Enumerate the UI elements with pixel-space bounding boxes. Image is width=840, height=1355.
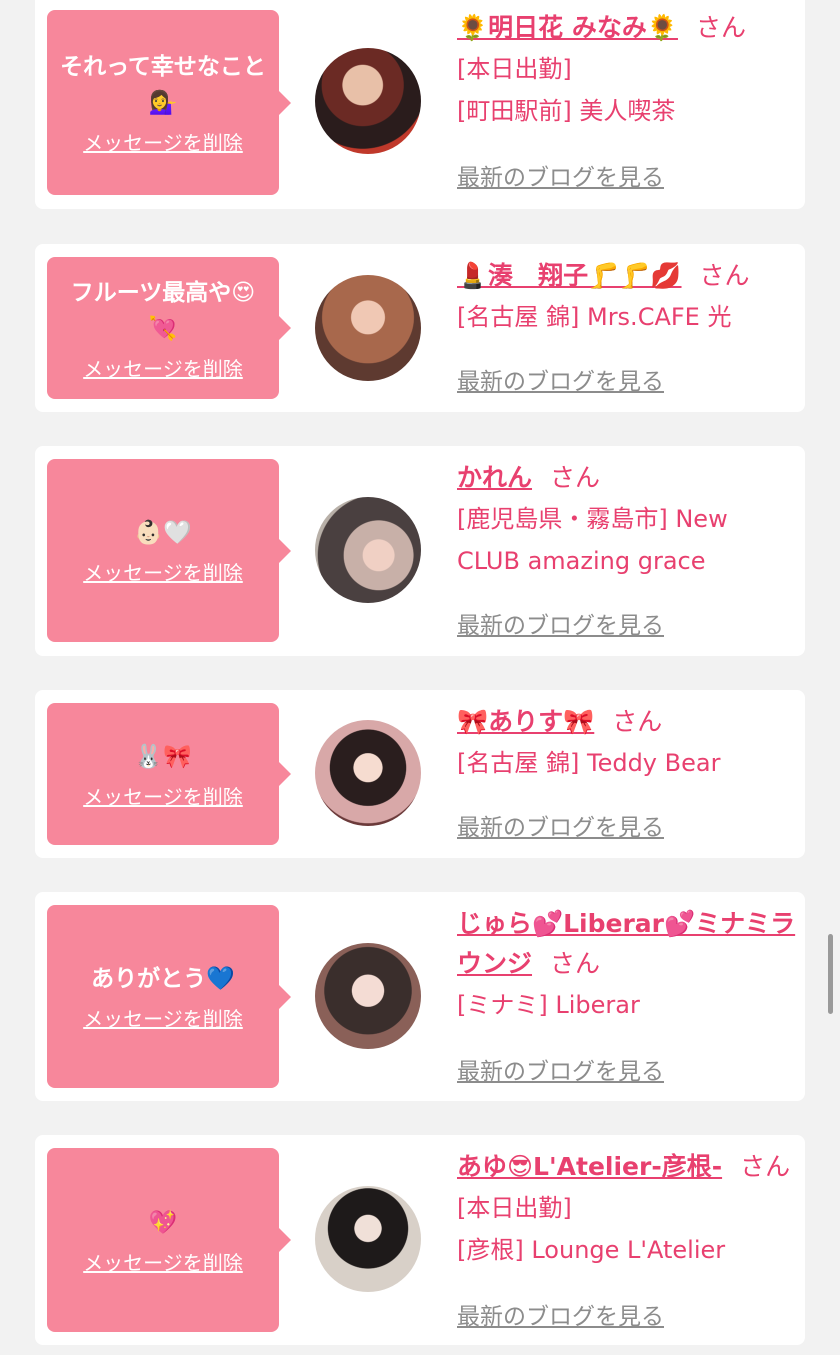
honorific: さん	[699, 261, 750, 290]
profile-name-link[interactable]: 🌻明日花 みなみ🌻	[457, 13, 678, 42]
message-bubble: フルーツ最高や😍💘 メッセージを削除	[47, 257, 291, 399]
avatar[interactable]	[315, 943, 421, 1049]
profile-info: あゆ😎L'Atelier-彦根- さん [本日出勤] [彦根] Lounge L'…	[457, 1147, 797, 1330]
favorite-card: それって幸せなこと💁‍♀️ メッセージを削除 🌻明日花 みなみ🌻 さん [本日出勤…	[35, 0, 805, 209]
honorific: さん	[612, 707, 663, 736]
honorific: さん	[695, 13, 746, 42]
favorite-card: 👶🏻🤍 メッセージを削除 かれん さん [鹿児島県・霧島市] New CLUB a…	[35, 446, 805, 656]
message-bubble: それって幸せなこと💁‍♀️ メッセージを削除	[47, 10, 291, 195]
avatar[interactable]	[315, 1186, 421, 1292]
info-line: [鹿児島県・霧島市] New	[457, 505, 728, 533]
profile-info: かれん さん [鹿児島県・霧島市] New CLUB amazing grace …	[457, 458, 797, 639]
honorific: さん	[550, 949, 601, 978]
profile-name-link[interactable]: じゅら💕Liberar💕ミナミラウンジ	[457, 909, 795, 978]
profile-name-link[interactable]: かれん	[457, 463, 532, 492]
latest-blog-link[interactable]: 最新のブログを見る	[457, 1052, 664, 1086]
message-text: それって幸せなこと💁‍♀️	[60, 54, 266, 116]
avatar[interactable]	[315, 275, 421, 381]
message-text: 💖	[148, 1209, 178, 1236]
favorite-card: ありがとう💙 メッセージを削除 じゅら💕Liberar💕ミナミラウンジ さん [ミ…	[35, 892, 805, 1101]
message-bubble: 🐰🎀 メッセージを削除	[47, 703, 291, 845]
honorific: さん	[550, 463, 601, 492]
delete-message-link[interactable]: メッセージを削除	[83, 557, 243, 586]
profile-info: 💄湊 翔子🦵🦵💋 さん [名古屋 錦] Mrs.CAFE 光 最新のブログを見る	[457, 256, 797, 395]
latest-blog-link[interactable]: 最新のブログを見る	[457, 606, 664, 640]
info-line: [彦根] Lounge L'Atelier	[457, 1236, 726, 1264]
message-text: ありがとう💙	[91, 966, 235, 992]
latest-blog-link[interactable]: 最新のブログを見る	[457, 1297, 664, 1331]
avatar[interactable]	[315, 720, 421, 826]
message-text: 👶🏻🤍	[134, 520, 192, 546]
avatar[interactable]	[315, 497, 421, 603]
latest-blog-link[interactable]: 最新のブログを見る	[457, 362, 664, 396]
delete-message-link[interactable]: メッセージを削除	[83, 781, 243, 810]
favorite-card: 🐰🎀 メッセージを削除 🎀ありす🎀 さん [名古屋 錦] Teddy Bear 最…	[35, 690, 805, 858]
delete-message-link[interactable]: メッセージを削除	[83, 1247, 243, 1276]
profile-info: 🎀ありす🎀 さん [名古屋 錦] Teddy Bear 最新のブログを見る	[457, 702, 797, 841]
message-text: フルーツ最高や😍💘	[70, 279, 256, 342]
latest-blog-link[interactable]: 最新のブログを見る	[457, 808, 664, 842]
info-line: [本日出勤]	[457, 55, 572, 83]
profile-name-link[interactable]: あゆ😎L'Atelier-彦根-	[457, 1152, 722, 1181]
scrollbar[interactable]	[828, 934, 833, 1014]
honorific: さん	[740, 1152, 791, 1181]
info-line: [町田駅前] 美人喫茶	[457, 97, 676, 125]
profile-info: じゅら💕Liberar💕ミナミラウンジ さん [ミナミ] Liberar 最新のブ…	[457, 904, 797, 1085]
profile-info: 🌻明日花 みなみ🌻 さん [本日出勤] [町田駅前] 美人喫茶 最新のブログを見る	[457, 8, 797, 191]
latest-blog-link[interactable]: 最新のブログを見る	[457, 158, 664, 192]
message-bubble: 💖 メッセージを削除	[47, 1148, 291, 1332]
message-text: 🐰🎀	[134, 743, 192, 770]
delete-message-link[interactable]: メッセージを削除	[83, 353, 243, 382]
info-line: CLUB amazing grace	[457, 547, 706, 575]
message-bubble: 👶🏻🤍 メッセージを削除	[47, 459, 291, 642]
profile-name-link[interactable]: 🎀ありす🎀	[457, 707, 594, 736]
avatar[interactable]	[315, 48, 421, 154]
delete-message-link[interactable]: メッセージを削除	[83, 127, 243, 156]
info-line: [名古屋 錦] Teddy Bear	[457, 749, 721, 777]
delete-message-link[interactable]: メッセージを削除	[83, 1003, 243, 1032]
favorite-card: 💖 メッセージを削除 あゆ😎L'Atelier-彦根- さん [本日出勤] [彦根…	[35, 1135, 805, 1345]
info-line: [本日出勤]	[457, 1194, 572, 1222]
info-line: [ミナミ] Liberar	[457, 991, 640, 1019]
profile-name-link[interactable]: 💄湊 翔子🦵🦵💋	[457, 261, 682, 290]
message-bubble: ありがとう💙 メッセージを削除	[47, 905, 291, 1088]
info-line: [名古屋 錦] Mrs.CAFE 光	[457, 303, 732, 331]
favorite-card: フルーツ最高や😍💘 メッセージを削除 💄湊 翔子🦵🦵💋 さん [名古屋 錦] Mr…	[35, 244, 805, 412]
